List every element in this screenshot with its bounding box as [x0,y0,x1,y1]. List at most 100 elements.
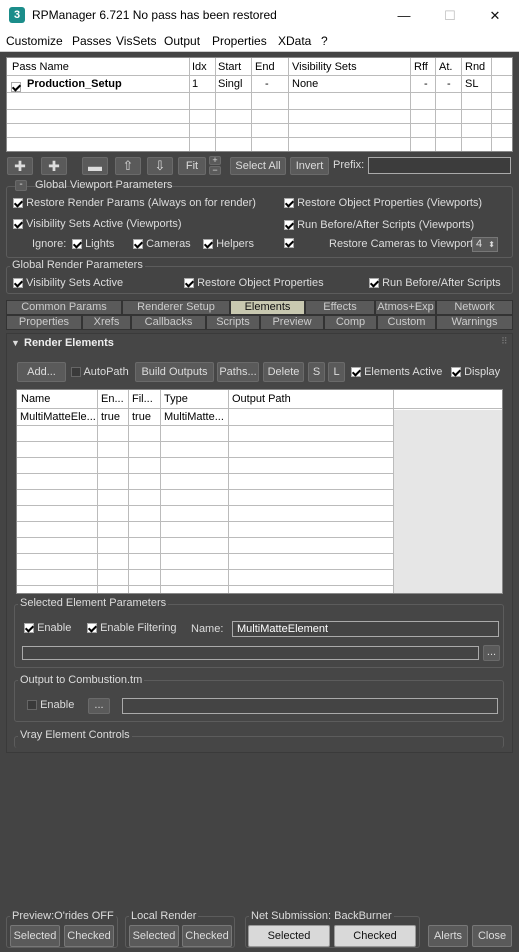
tab-xrefs[interactable]: Xrefs [82,315,131,330]
col-pass-name[interactable]: Pass Name [12,61,69,73]
col-rnd[interactable]: Rnd [465,61,485,73]
spinner-arrows-icon[interactable]: ⬍ [488,238,495,251]
local-selected-button[interactable]: Selected [129,925,179,947]
menu-output[interactable]: Output [164,34,200,48]
pass-checkbox[interactable] [11,78,21,93]
element-enable-checkbox[interactable]: Enable [24,622,71,634]
minimize-button[interactable]: — [390,5,418,27]
ignore-lights-checkbox[interactable]: Lights [72,238,114,250]
col-name[interactable]: Name [21,393,50,405]
combustion-browse-button[interactable]: ... [88,698,110,714]
restore-object-props-viewport-checkbox[interactable]: Restore Object Properties (Viewports) [284,197,482,209]
build-outputs-button[interactable]: Build Outputs [135,362,214,382]
tab-preview[interactable]: Preview [260,315,324,330]
menu-customize[interactable]: Customize [6,34,63,48]
s-button[interactable]: S [308,362,325,382]
menu-passes[interactable]: Passes [72,34,111,48]
element-name-field[interactable]: MultiMatteElement [232,621,499,637]
paths-button[interactable]: Paths... [217,362,259,382]
combustion-path-field[interactable] [122,698,498,714]
col-at[interactable]: At. [439,61,452,73]
tab-renderer-setup[interactable]: Renderer Setup [122,300,230,315]
remove-pass-icon[interactable]: ▬ [82,157,108,175]
prefix-label: Prefix: [333,159,365,171]
tab-properties[interactable]: Properties [6,315,82,330]
col-start[interactable]: Start [218,61,241,73]
col-rff[interactable]: Rff [414,61,428,73]
maximize-button[interactable]: ☐ [436,5,464,27]
pass-idx: 1 [192,78,199,90]
select-all-button[interactable]: Select All [230,157,286,175]
collapse-icon[interactable]: - [15,180,27,191]
camera-viewport-spinner[interactable]: 4 ⬍ [472,237,498,252]
ignore-helpers-checkbox[interactable]: Helpers [203,238,254,250]
add-element-button[interactable]: Add... [17,362,66,382]
col-enabled[interactable]: En... [101,393,124,405]
local-checked-button[interactable]: Checked [182,925,232,947]
menu-properties[interactable]: Properties [212,34,267,48]
col-idx[interactable]: Idx [192,61,207,73]
visibility-sets-viewport-checkbox[interactable]: Visibility Sets Active (Viewports) [13,218,182,230]
visibility-sets-render-checkbox[interactable]: Visibility Sets Active [13,277,123,289]
col-type[interactable]: Type [164,393,188,405]
rollout-arrow-icon[interactable]: ▼ [11,338,20,348]
menu-help[interactable]: ? [321,34,328,48]
tab-atmos-exp[interactable]: Atmos+Exp [375,300,436,315]
tab-comp[interactable]: Comp [324,315,377,330]
alerts-button[interactable]: Alerts [428,925,468,947]
display-checkbox[interactable]: Display [451,366,500,378]
menu-vissets[interactable]: VisSets [116,34,156,48]
tab-callbacks[interactable]: Callbacks [131,315,206,330]
preview-checked-button[interactable]: Checked [64,925,114,947]
col-visibility-sets[interactable]: Visibility Sets [292,61,357,73]
pass-start: Singl [218,78,243,90]
tab-common-params[interactable]: Common Params [6,300,122,315]
elements-active-checkbox[interactable]: Elements Active [351,366,442,378]
tab-effects[interactable]: Effects [305,300,375,315]
prefix-input[interactable] [368,157,511,174]
restore-render-params-checkbox[interactable]: Restore Render Params (Always on for ren… [13,197,256,209]
invert-button[interactable]: Invert [290,157,329,175]
pass-rnd: SL [465,78,479,90]
combustion-enable-checkbox[interactable]: Enable [27,699,74,711]
tab-warnings[interactable]: Warnings [436,315,513,330]
add-pass-copy-icon[interactable]: ✚ [41,157,67,175]
pass-rff: - [424,78,428,90]
browse-path-button[interactable]: ... [483,645,500,661]
net-checked-button[interactable]: Checked [334,925,416,947]
restore-object-props-render-checkbox[interactable]: Restore Object Properties [184,277,324,289]
col-filter[interactable]: Fil... [132,393,153,405]
element-path-field[interactable] [22,646,479,660]
close-window-button[interactable]: ✕ [481,5,509,27]
col-end[interactable]: End [255,61,275,73]
tab-custom[interactable]: Custom [377,315,436,330]
tab-scripts[interactable]: Scripts [206,315,260,330]
preview-selected-button[interactable]: Selected [10,925,60,947]
menu-xdata[interactable]: XData [278,34,311,48]
tab-elements[interactable]: Elements [230,300,305,315]
move-up-icon[interactable]: ⇧ [115,157,141,175]
tab-network[interactable]: Network [436,300,513,315]
title-bar: 3 RPManager 6.721 No pass has been resto… [0,0,519,32]
ignore-cameras-checkbox[interactable]: Cameras [133,238,191,250]
menu-bar: Customize Passes VisSets Output Properti… [0,32,519,52]
autopath-checkbox[interactable]: AutoPath [71,366,129,378]
elements-table[interactable]: Name En... Fil... Type Output Path Multi… [16,389,503,594]
increment-icon[interactable]: + [209,156,221,165]
run-scripts-viewport-checkbox[interactable]: Run Before/After Scripts (Viewports) [284,219,474,231]
net-selected-button[interactable]: Selected [248,925,330,947]
table-row[interactable]: MultiMatteEle... true true MultiMatte... [17,410,394,425]
enable-filtering-checkbox[interactable]: Enable Filtering [87,622,177,634]
move-down-icon[interactable]: ⇩ [147,157,173,175]
fit-button[interactable]: Fit [178,157,206,175]
table-row[interactable]: Production_Setup 1 Singl - None - - SL [7,77,512,93]
col-output-path[interactable]: Output Path [232,393,291,405]
decrement-icon[interactable]: − [209,166,221,175]
add-pass-icon[interactable]: ✚ [7,157,33,175]
l-button[interactable]: L [328,362,345,382]
close-button[interactable]: Close [472,925,512,947]
restore-cameras-checkbox[interactable] [284,237,294,249]
run-scripts-render-checkbox[interactable]: Run Before/After Scripts [369,277,501,289]
pass-table[interactable]: Pass Name Idx Start End Visibility Sets … [6,57,513,152]
delete-element-button[interactable]: Delete [263,362,304,382]
